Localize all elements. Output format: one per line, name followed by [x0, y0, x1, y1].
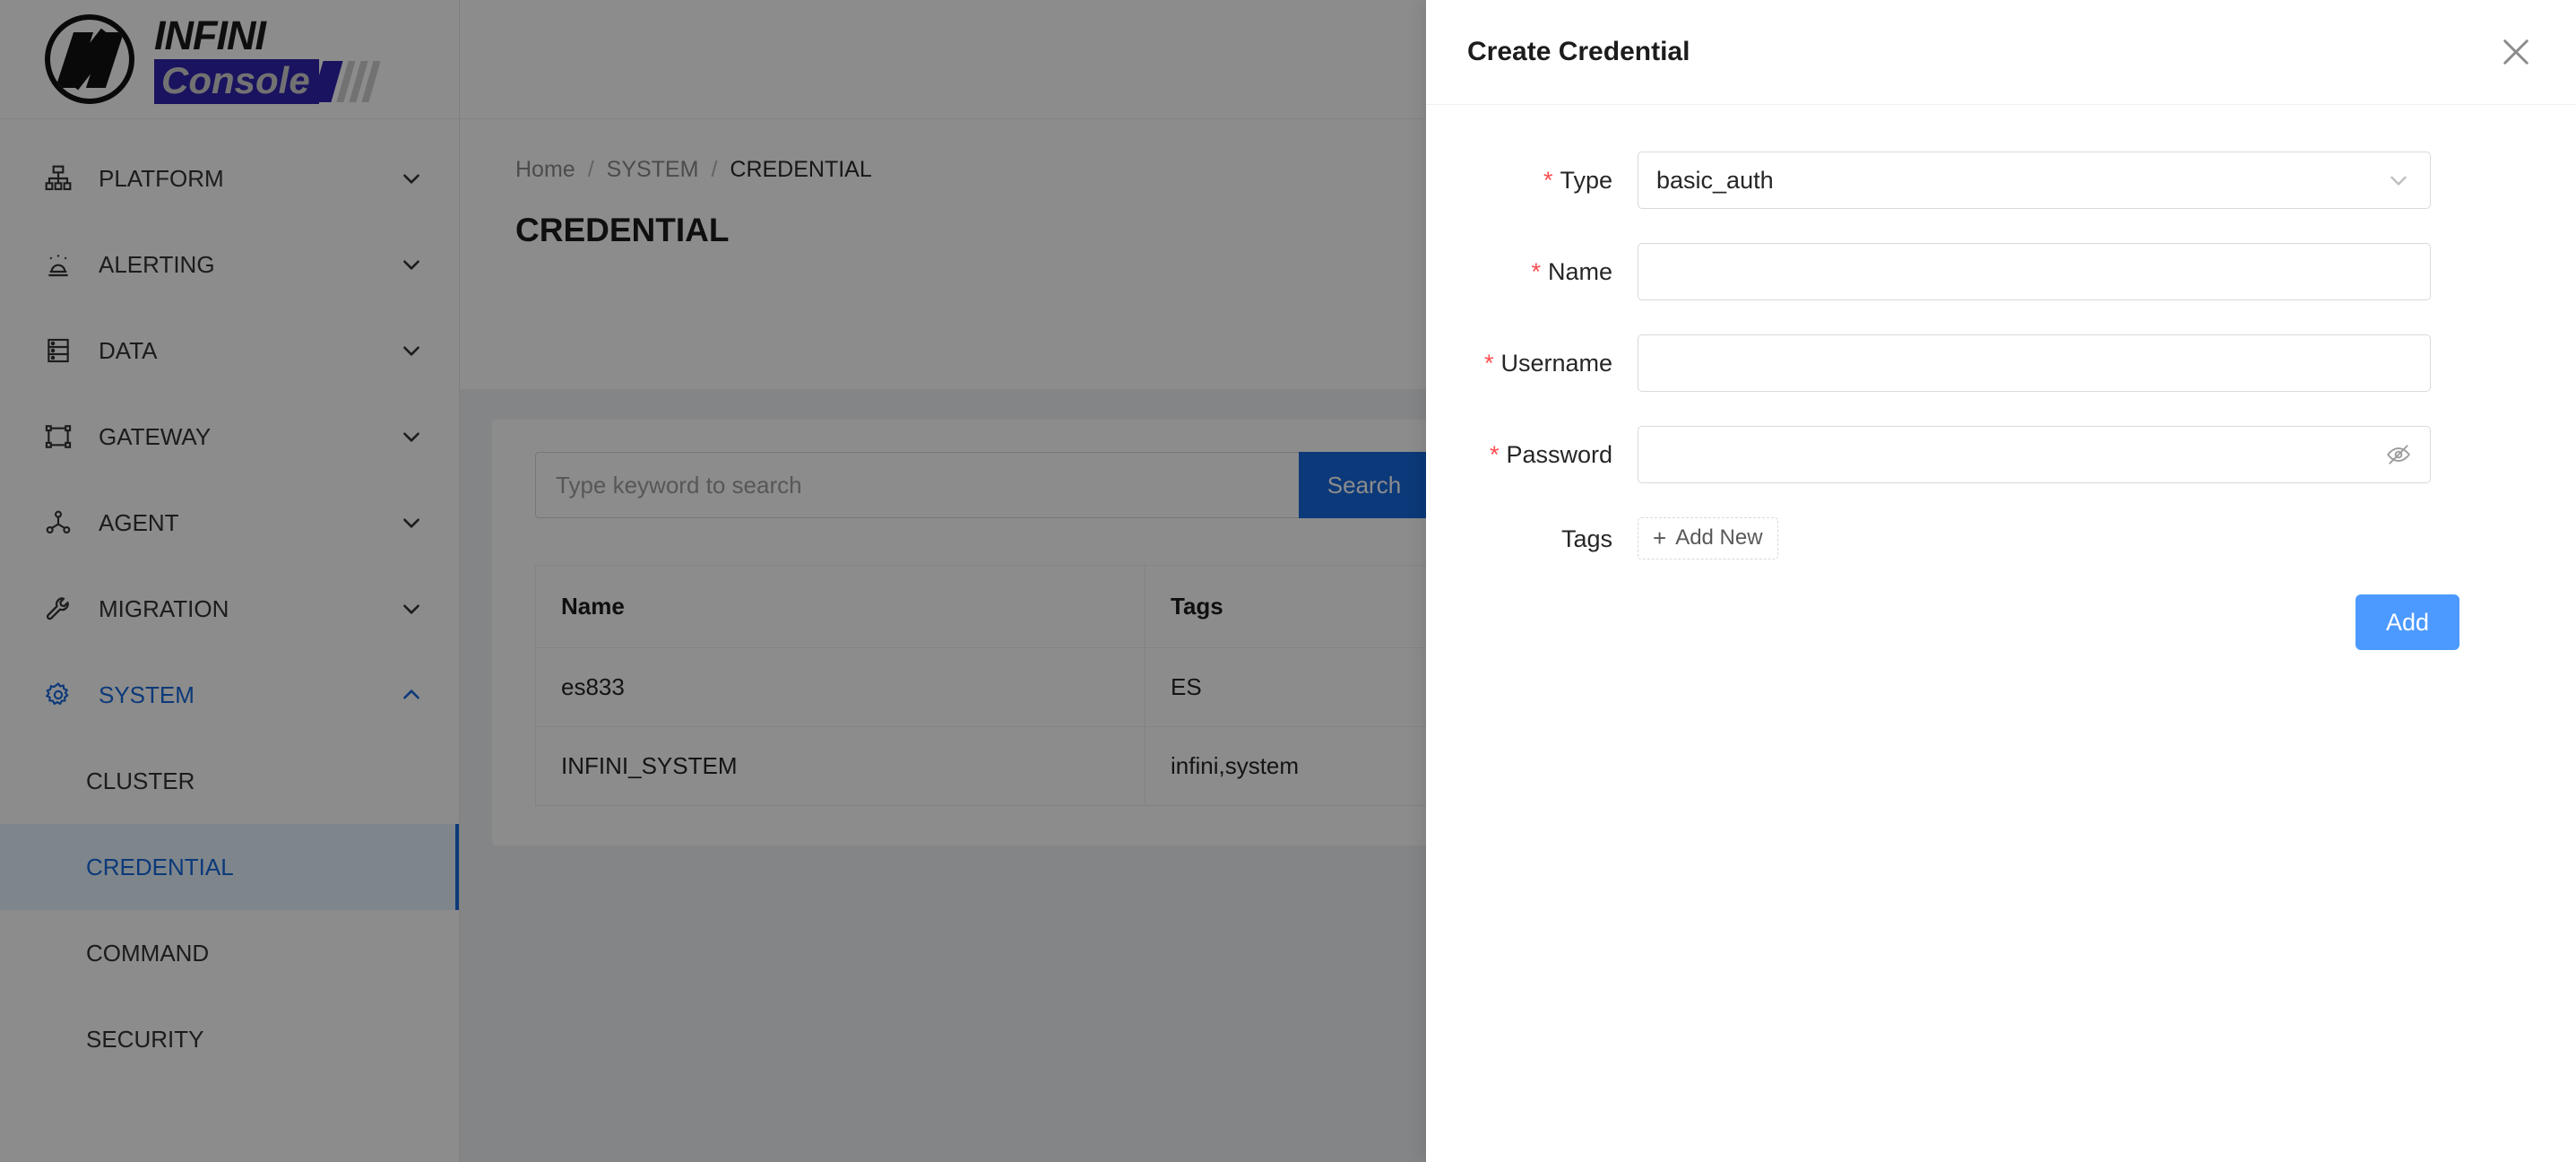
label-text: Name: [1547, 258, 1612, 285]
name-input[interactable]: [1656, 244, 2412, 299]
chevron-down-icon[interactable]: [2385, 167, 2412, 194]
password-field-wrapper[interactable]: [1638, 426, 2431, 483]
username-field-wrapper[interactable]: [1638, 334, 2431, 392]
drawer-title: Create Credential: [1467, 37, 1690, 66]
form-row-tags: Tags + Add New: [1467, 517, 2535, 560]
label-name: * Name: [1467, 243, 1638, 300]
close-icon[interactable]: [2497, 33, 2535, 71]
username-input[interactable]: [1656, 335, 2412, 391]
form-row-username: * Username: [1467, 334, 2535, 392]
form-row-name: * Name: [1467, 243, 2535, 300]
add-tag-button[interactable]: + Add New: [1638, 517, 1778, 559]
label-text: Password: [1506, 441, 1612, 468]
label-tags: Tags: [1467, 517, 1638, 560]
label-text: Type: [1560, 167, 1612, 194]
drawer-actions: Add: [1467, 594, 2535, 650]
type-select[interactable]: basic_auth: [1638, 152, 2431, 209]
drawer-body: * Type basic_auth * Name * Username * Pa…: [1426, 105, 2576, 650]
required-marker: *: [1543, 167, 1553, 194]
create-credential-drawer: Create Credential * Type basic_auth * Name: [1426, 0, 2576, 1162]
modal-overlay-mask[interactable]: [0, 0, 1426, 1162]
eye-invisible-icon[interactable]: [2385, 441, 2412, 468]
required-marker: *: [1489, 441, 1500, 468]
label-text: Username: [1500, 350, 1612, 377]
form-row-type: * Type basic_auth: [1467, 152, 2535, 209]
form-row-password: * Password: [1467, 426, 2535, 483]
label-username: * Username: [1467, 334, 1638, 392]
required-marker: *: [1531, 258, 1541, 285]
add-button[interactable]: Add: [2355, 594, 2459, 650]
required-marker: *: [1483, 350, 1494, 377]
add-tag-label: Add New: [1675, 525, 1763, 550]
plus-icon: +: [1653, 525, 1667, 552]
label-text: Tags: [1560, 525, 1612, 552]
password-input[interactable]: [1656, 427, 2385, 482]
label-type: * Type: [1467, 152, 1638, 209]
name-field-wrapper[interactable]: [1638, 243, 2431, 300]
type-select-value: basic_auth: [1656, 166, 1774, 194]
drawer-header: Create Credential: [1426, 0, 2576, 105]
label-password: * Password: [1467, 426, 1638, 483]
